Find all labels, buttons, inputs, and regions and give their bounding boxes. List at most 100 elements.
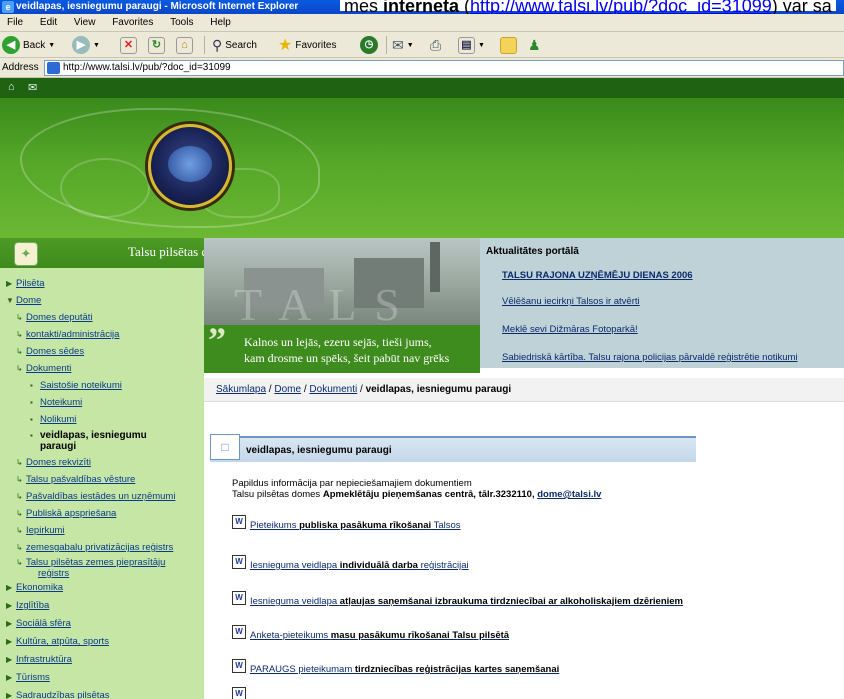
home-link-icon[interactable]: ⌂: [8, 81, 15, 93]
menu-tools[interactable]: Tools: [163, 14, 200, 32]
document-link-text[interactable]: Anketa-pieteikums masu pasākumu rīkošana…: [250, 630, 509, 641]
standard-toolbar: ◀ Back ▼ ▶ ▼ ✕ ↻ ⌂ ⚲ Search ★ Favorites …: [0, 32, 844, 58]
compass-icon[interactable]: ✦: [14, 242, 38, 266]
document-link-text[interactable]: PARAUGS pieteikumam tirdzniecības reģist…: [250, 664, 559, 675]
word-document-icon: W: [232, 515, 246, 529]
print-button[interactable]: ⎙: [430, 35, 441, 55]
quote-mark: ”: [208, 320, 226, 360]
menu-file[interactable]: File: [0, 14, 30, 32]
nav-item-turisms[interactable]: ▶ Tūrisms: [6, 672, 50, 683]
nav-item-iepirkumi[interactable]: ↳ Iepirkumi: [16, 525, 65, 536]
messenger-button[interactable]: ♟: [528, 35, 541, 55]
word-document-icon: W: [232, 555, 246, 569]
discuss-button[interactable]: [500, 35, 517, 55]
window-title: veidlapas, iesniegumu paraugi - Microsof…: [16, 1, 299, 12]
nav-item-nolikumi[interactable]: ▪ Nolikumi: [30, 414, 76, 425]
email-link[interactable]: dome@talsi.lv: [537, 489, 601, 500]
print-icon: ⎙: [430, 36, 442, 53]
menu-view[interactable]: View: [67, 14, 103, 32]
nav-sub-arrow-icon: ↳: [16, 558, 23, 567]
breadcrumb-dokumenti-link[interactable]: Dokumenti: [309, 384, 357, 395]
intro-bold: Apmeklētāju pieņemšanas centrā, tālr.323…: [322, 489, 538, 500]
nav-sub-arrow-icon: ↳: [16, 313, 23, 322]
nav-item-izglitiba[interactable]: ▶ Izglītība: [6, 600, 49, 611]
nav-item-zemes-pieprasitaju-line2[interactable]: reģistrs: [38, 568, 69, 579]
menu-help[interactable]: Help: [203, 14, 238, 32]
nav-item-noteikumi[interactable]: ▪ Noteikumi: [30, 397, 82, 408]
news-link[interactable]: Sabiedriskā kārtība. Talsu rajona polici…: [502, 352, 798, 363]
refresh-button[interactable]: ↻: [148, 35, 165, 55]
home-button[interactable]: ⌂: [176, 35, 193, 55]
nav-item-label: Dome: [16, 295, 42, 306]
document-link-text[interactable]: Pieteikums publiska pasākuma rīkošanai T…: [250, 520, 461, 531]
nav-item-vesture[interactable]: ↳ Talsu pašvaldības vēsture: [16, 474, 135, 485]
mail-button[interactable]: ✉ ▼: [392, 35, 414, 55]
breadcrumb-home-link[interactable]: Sākumlapa: [216, 384, 266, 395]
forward-button[interactable]: ▶ ▼: [72, 35, 100, 55]
mail-link-icon[interactable]: ✉: [28, 81, 37, 94]
nav-sub-arrow-icon: ↳: [16, 330, 23, 339]
mail-dropdown-icon: ▼: [406, 41, 414, 49]
menu-edit[interactable]: Edit: [33, 14, 64, 32]
nav-item-kultura[interactable]: ▶ Kultūra, atpūta, sports: [6, 636, 109, 647]
nav-item-label: Sociālā sfēra: [16, 618, 71, 629]
nav-item-pilseta[interactable]: ▶ Pilsēta: [6, 278, 45, 289]
stop-button[interactable]: ✕: [120, 35, 137, 55]
slogan-banner: ” Kalnos un lejās, ezeru sejās, tieši ju…: [204, 320, 480, 373]
back-arrow-icon: ◀: [2, 36, 20, 54]
nav-item-label: Kultūra, atpūta, sports: [16, 636, 109, 647]
history-button[interactable]: ◷: [360, 35, 378, 55]
nav-item-label: Infrastruktūra: [16, 654, 72, 665]
ie-icon: e: [2, 1, 14, 13]
nav-item-veidlapas-current-line2[interactable]: paraugi: [40, 441, 76, 452]
page-icon: [47, 62, 60, 74]
star-icon: ★: [278, 37, 293, 54]
intro-line-1: Papildus informācija par nepieciešamajie…: [232, 478, 472, 489]
edit-button[interactable]: ▤ ▼: [458, 35, 485, 55]
nav-item-infrastruktura[interactable]: ▶ Infrastruktūra: [6, 654, 72, 665]
nav-item-domes-sedes[interactable]: ↳ Domes sēdes: [16, 346, 84, 357]
nav-item-saistosie-noteikumi[interactable]: ▪ Saistošie noteikumi: [30, 380, 122, 391]
nav-item-label: Saistošie noteikumi: [40, 380, 122, 391]
nav-arrow-icon: ▶: [6, 279, 13, 288]
news-link[interactable]: Meklē sevi Dižmāras Fotoparkā!: [502, 324, 638, 335]
search-button[interactable]: ⚲ Search: [212, 35, 257, 55]
breadcrumb-dome-link[interactable]: Dome: [274, 384, 301, 395]
nav-item-dome[interactable]: ▼ Dome: [6, 295, 41, 306]
back-button[interactable]: ◀ Back ▼: [2, 35, 55, 55]
document-link-text[interactable]: Iesnieguma veidlapa individuālā darba re…: [250, 560, 469, 571]
nav-sub-arrow-icon: ↳: [16, 509, 23, 518]
nav-item-sadraudzibas-pilsetas[interactable]: ▶ Sadraudzības pilsētas: [6, 690, 109, 699]
nav-item-publiska-apspriesana[interactable]: ↳ Publiskā apspriešana: [16, 508, 116, 519]
nav-item-label: Sadraudzības pilsētas: [16, 690, 110, 699]
word-document-icon: W: [232, 659, 246, 673]
menu-favorites[interactable]: Favorites: [105, 14, 160, 32]
doc-bold: atļaujas saņemšanai izbraukuma tirdzniec…: [339, 596, 683, 607]
refresh-icon: ↻: [148, 36, 165, 54]
nav-item-veidlapas-current[interactable]: ▪ veidlapas, iesniegumu: [30, 430, 147, 441]
nav-item-dokumenti[interactable]: ↳ Dokumenti: [16, 363, 71, 374]
nav-item-kontakti[interactable]: ↳ kontakti/administrācija: [16, 329, 119, 340]
news-link[interactable]: Vēlēšanu iecirkņi Talsos ir atvērti: [502, 296, 640, 307]
favorites-button[interactable]: ★ Favorites: [278, 35, 336, 55]
nav-item-zemesgabalu-registrs[interactable]: ↳ zemesgabalu privatizācijas reģistrs: [16, 542, 173, 553]
doc-behind-bold: interneta: [383, 0, 460, 14]
document-icon: □: [210, 434, 240, 460]
address-input[interactable]: http://www.talsi.lv/pub/?doc_id=31099: [44, 60, 844, 76]
toolbar-separator: [204, 36, 205, 54]
nav-item-zemes-pieprasitaju[interactable]: ↳ Talsu pilsētas zemes pieprasītāju: [16, 557, 165, 568]
nav-item-iestades[interactable]: ↳ Pašvaldības iestādes un uzņēmumi: [16, 491, 175, 502]
nav-item-label: kontakti/administrācija: [26, 329, 120, 340]
nav-item-domes-rekviziti[interactable]: ↳ Domes rekvizīti: [16, 457, 91, 468]
news-link[interactable]: TALSU RAJONA UZŅĒMĒJU DIENAS 2006: [502, 270, 693, 281]
nav-item-label: Domes sēdes: [26, 346, 85, 357]
nav-arrow-icon: ▶: [6, 691, 13, 699]
nav-item-label: Tūrisms: [16, 672, 50, 683]
nav-bullet-icon: ▪: [30, 431, 33, 440]
word-document-icon: W: [232, 591, 246, 605]
nav-item-domes-deputati[interactable]: ↳ Domes deputāti: [16, 312, 93, 323]
nav-item-sociala-sfera[interactable]: ▶ Sociālā sfēra: [6, 618, 71, 629]
nav-item-ekonomika[interactable]: ▶ Ekonomika: [6, 582, 63, 593]
doc-bold: tirdzniecības reģistrācijas kartes saņem…: [354, 664, 560, 675]
document-link-text[interactable]: Iesnieguma veidlapa atļaujas saņemšanai …: [250, 596, 683, 607]
